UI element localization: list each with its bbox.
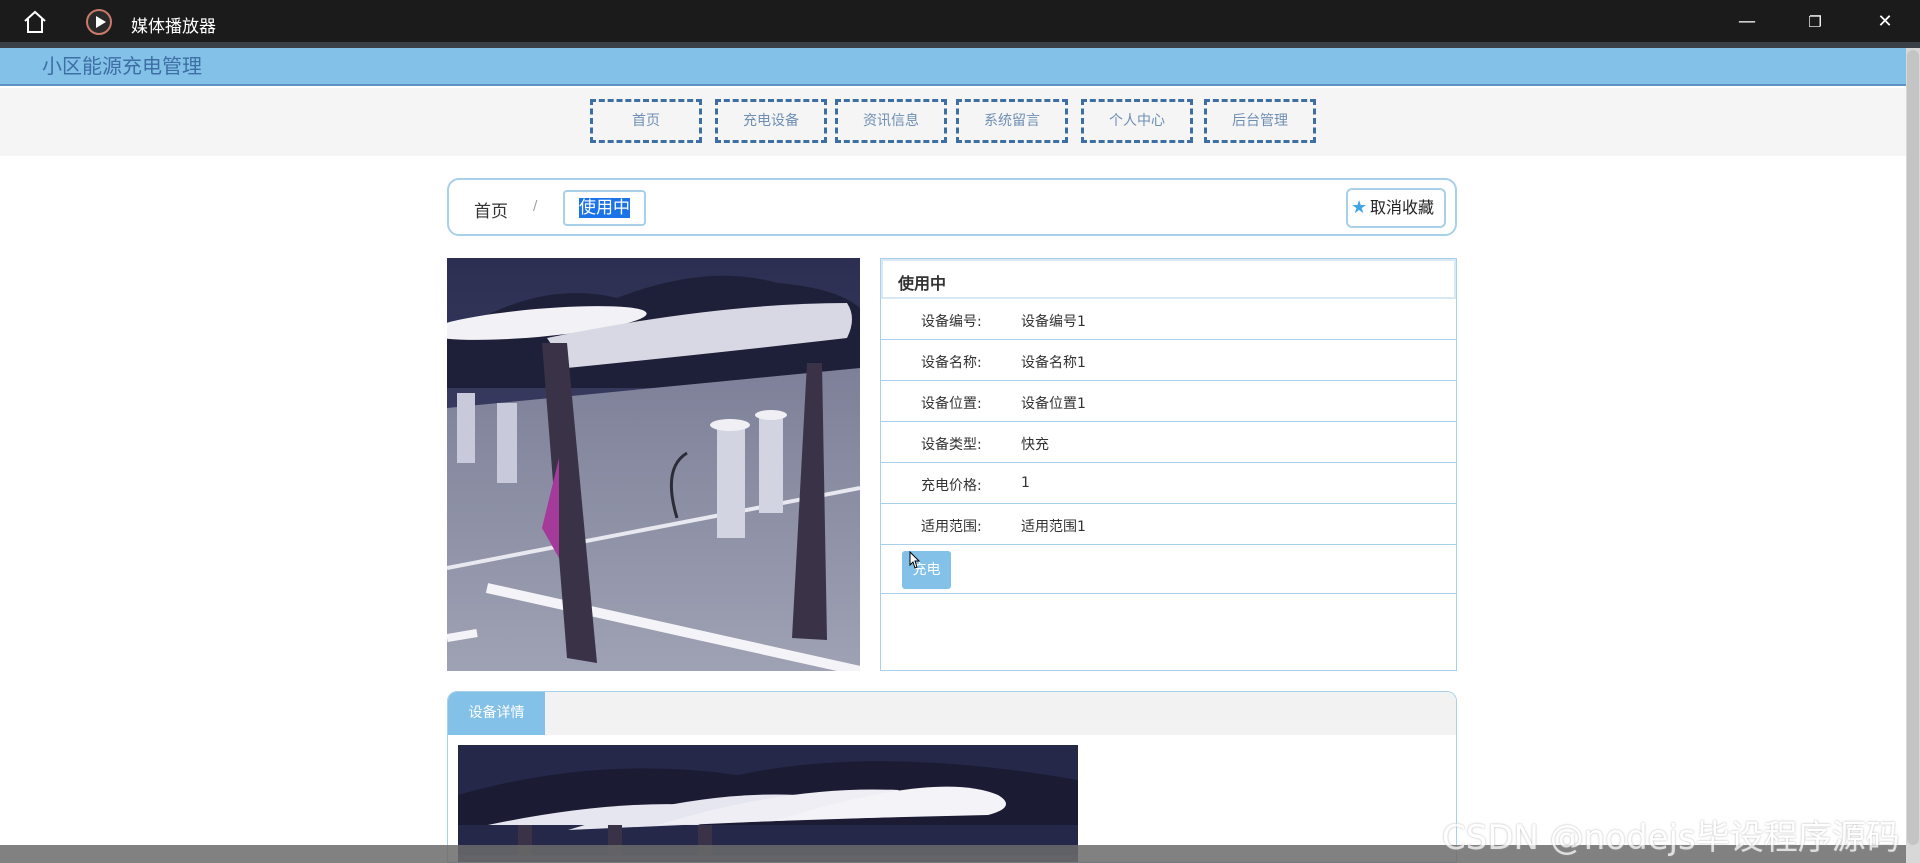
- field-value: 设备位置1: [1021, 396, 1086, 412]
- field-device-location: 设备位置: 设备位置1: [881, 381, 1456, 422]
- device-status-title: 使用中: [881, 259, 1456, 299]
- close-button[interactable]: ✕: [1870, 8, 1900, 36]
- mouse-cursor-icon: [909, 551, 921, 569]
- field-device-type: 设备类型: 快充: [881, 422, 1456, 463]
- unfavorite-button[interactable]: ★ 取消收藏: [1346, 188, 1446, 228]
- nav-item-personal-center[interactable]: 个人中心: [1081, 99, 1193, 143]
- minimize-button[interactable]: —: [1732, 8, 1762, 36]
- field-label: 设备类型:: [921, 437, 982, 453]
- site-header: [0, 48, 1906, 86]
- home-icon[interactable]: [22, 10, 48, 34]
- star-icon: ★: [1351, 197, 1368, 218]
- field-value: 设备名称1: [1021, 355, 1086, 371]
- breadcrumb-home[interactable]: 首页: [474, 197, 508, 222]
- field-value: 1: [1021, 475, 1030, 491]
- breadcrumb-current-label: 使用中: [579, 198, 630, 218]
- field-value: 适用范围1: [1021, 519, 1086, 535]
- field-device-name: 设备名称: 设备名称1: [881, 340, 1456, 381]
- nav-item-messages[interactable]: 系统留言: [956, 99, 1068, 143]
- media-player-titlebar: 媒体播放器 — ❐ ✕: [0, 0, 1920, 42]
- action-row: [881, 545, 1456, 594]
- maximize-button[interactable]: ❐: [1800, 8, 1830, 36]
- field-value: 快充: [1021, 437, 1049, 453]
- field-applicable-scope: 适用范围: 适用范围1: [881, 504, 1456, 545]
- field-label: 充电价格:: [921, 478, 982, 494]
- device-info-panel: 使用中 设备编号: 设备编号1 设备名称: 设备名称1 设备位置: 设备位置1 …: [880, 258, 1457, 671]
- field-charge-price: 充电价格: 1: [881, 463, 1456, 504]
- scrollbar-thumb[interactable]: [1907, 50, 1919, 845]
- nav-item-news[interactable]: 资讯信息: [835, 99, 947, 143]
- media-player-logo-icon: [86, 9, 112, 35]
- field-value: 设备编号1: [1021, 314, 1086, 330]
- breadcrumb-separator: /: [533, 199, 538, 214]
- field-label: 设备名称:: [921, 355, 982, 371]
- unfavorite-label: 取消收藏: [1370, 198, 1435, 217]
- field-label: 设备编号:: [921, 314, 982, 330]
- field-device-number: 设备编号: 设备编号1: [881, 299, 1456, 340]
- nav-item-home[interactable]: 首页: [590, 99, 702, 143]
- detail-tabs: 设备详情: [447, 691, 1457, 863]
- tab-device-details[interactable]: 设备详情: [448, 692, 545, 735]
- tab-bar: [448, 692, 1456, 735]
- breadcrumb-current: 使用中: [563, 190, 646, 226]
- nav-item-admin[interactable]: 后台管理: [1204, 99, 1316, 143]
- field-label: 适用范围:: [921, 519, 982, 535]
- main-nav: [0, 88, 1906, 156]
- device-image: [447, 258, 860, 671]
- nav-item-charging-devices[interactable]: 充电设备: [715, 99, 827, 143]
- site-title: 小区能源充电管理: [42, 54, 202, 78]
- watermark-text: CSDN @nodejs毕设程序源码: [1442, 818, 1900, 858]
- window-title: 媒体播放器: [131, 17, 216, 37]
- field-label: 设备位置:: [921, 396, 982, 412]
